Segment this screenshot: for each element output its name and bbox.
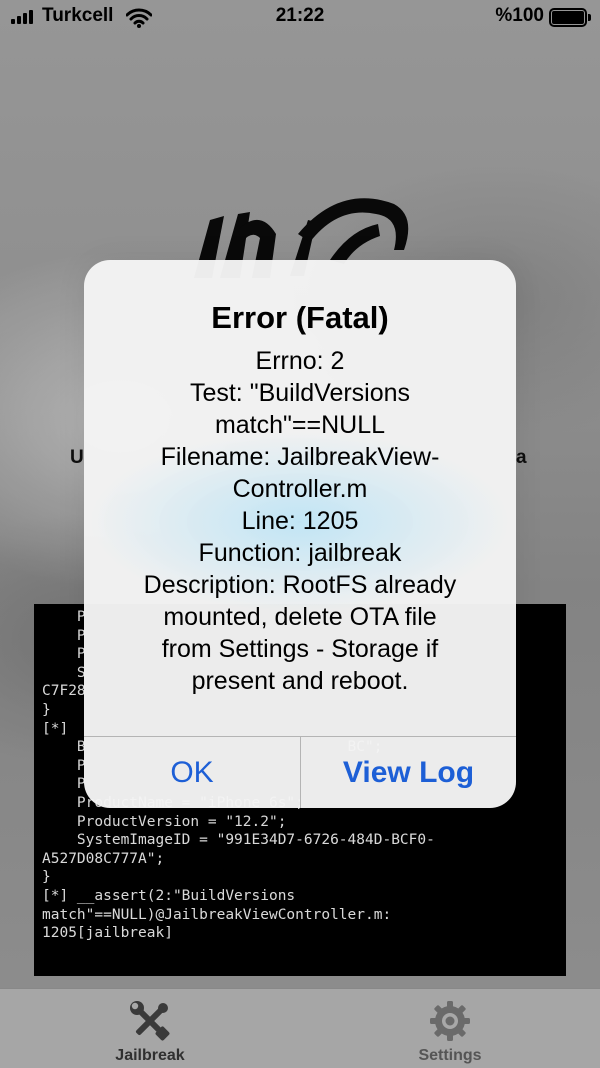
- alert-message-line: present and reboot.: [191, 667, 409, 695]
- view-log-button[interactable]: View Log: [300, 737, 516, 808]
- alert-message-line: Test: "BuildVersions: [189, 379, 411, 407]
- alert-message-line: Controller.m: [232, 475, 368, 503]
- alert-message-line: Errno: 2: [255, 347, 345, 375]
- alert-message-line: Function: jailbreak: [198, 539, 402, 567]
- alert-message-line: from Settings - Storage if: [161, 635, 439, 663]
- tab-label: Settings: [418, 1047, 482, 1064]
- tab-jailbreak[interactable]: Jailbreak: [50, 989, 250, 1068]
- alert-title: Error (Fatal): [211, 300, 389, 335]
- alert-message-line: Description: RootFS already: [143, 571, 457, 599]
- tab-bar: Jailbreak Settings: [0, 988, 600, 1068]
- gear-icon: [430, 1001, 470, 1041]
- alert-button-row: OK View Log: [84, 736, 516, 808]
- error-alert-dialog: Error (Fatal) Errno: 2 Test: "BuildVersi…: [84, 260, 516, 808]
- alert-message-line: mounted, delete OTA file: [163, 603, 437, 631]
- alert-message-line: match"==NULL: [214, 411, 386, 439]
- tab-label: Jailbreak: [115, 1047, 185, 1064]
- alert-message-line: Filename: JailbreakView-: [160, 443, 440, 471]
- ok-button[interactable]: OK: [84, 737, 300, 808]
- tools-icon: [130, 1001, 170, 1041]
- alert-message-line: Line: 1205: [241, 507, 359, 535]
- tab-settings[interactable]: Settings: [350, 989, 550, 1068]
- alert-message: Errno: 2 Test: "BuildVersions match"==NU…: [118, 345, 482, 697]
